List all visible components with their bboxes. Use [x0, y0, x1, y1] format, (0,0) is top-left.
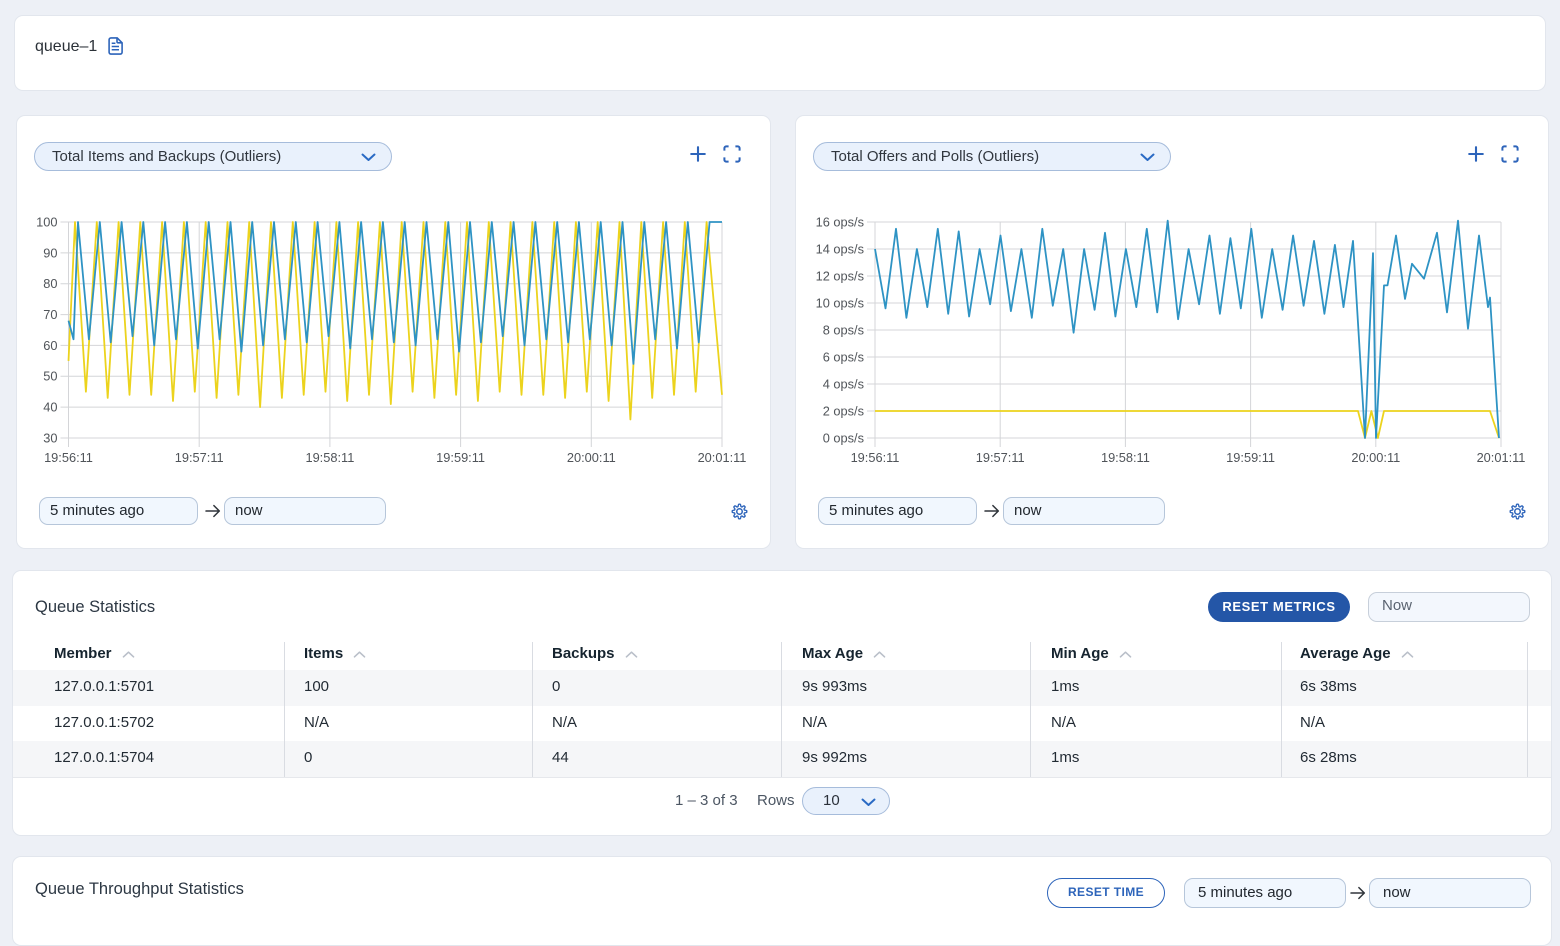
svg-text:14 ops/s: 14 ops/s [816, 241, 864, 256]
svg-text:2 ops/s: 2 ops/s [823, 403, 864, 418]
svg-text:19:57:11: 19:57:11 [976, 450, 1025, 465]
svg-text:19:58:11: 19:58:11 [305, 450, 354, 465]
svg-text:19:58:11: 19:58:11 [1101, 450, 1150, 465]
svg-text:40: 40 [43, 400, 57, 415]
svg-text:20:00:11: 20:00:11 [1351, 450, 1400, 465]
svg-text:20:00:11: 20:00:11 [567, 450, 616, 465]
svg-text:19:59:11: 19:59:11 [436, 450, 485, 465]
svg-text:70: 70 [43, 307, 57, 322]
svg-text:30: 30 [43, 430, 57, 445]
svg-text:8 ops/s: 8 ops/s [823, 322, 864, 337]
svg-text:20:01:11: 20:01:11 [698, 450, 747, 465]
svg-text:100: 100 [36, 214, 57, 229]
svg-text:60: 60 [43, 338, 57, 353]
svg-text:4 ops/s: 4 ops/s [823, 376, 864, 391]
svg-text:19:57:11: 19:57:11 [175, 450, 224, 465]
svg-text:19:56:11: 19:56:11 [851, 450, 900, 465]
svg-text:50: 50 [43, 369, 57, 384]
svg-text:0 ops/s: 0 ops/s [823, 430, 864, 445]
svg-text:16 ops/s: 16 ops/s [816, 214, 864, 229]
svg-text:6 ops/s: 6 ops/s [823, 349, 864, 364]
svg-text:80: 80 [43, 276, 57, 291]
svg-text:90: 90 [43, 245, 57, 260]
svg-text:19:59:11: 19:59:11 [1226, 450, 1275, 465]
svg-text:20:01:11: 20:01:11 [1477, 450, 1526, 465]
svg-text:19:56:11: 19:56:11 [44, 450, 93, 465]
svg-text:10 ops/s: 10 ops/s [816, 295, 864, 310]
svg-text:12 ops/s: 12 ops/s [816, 268, 864, 283]
